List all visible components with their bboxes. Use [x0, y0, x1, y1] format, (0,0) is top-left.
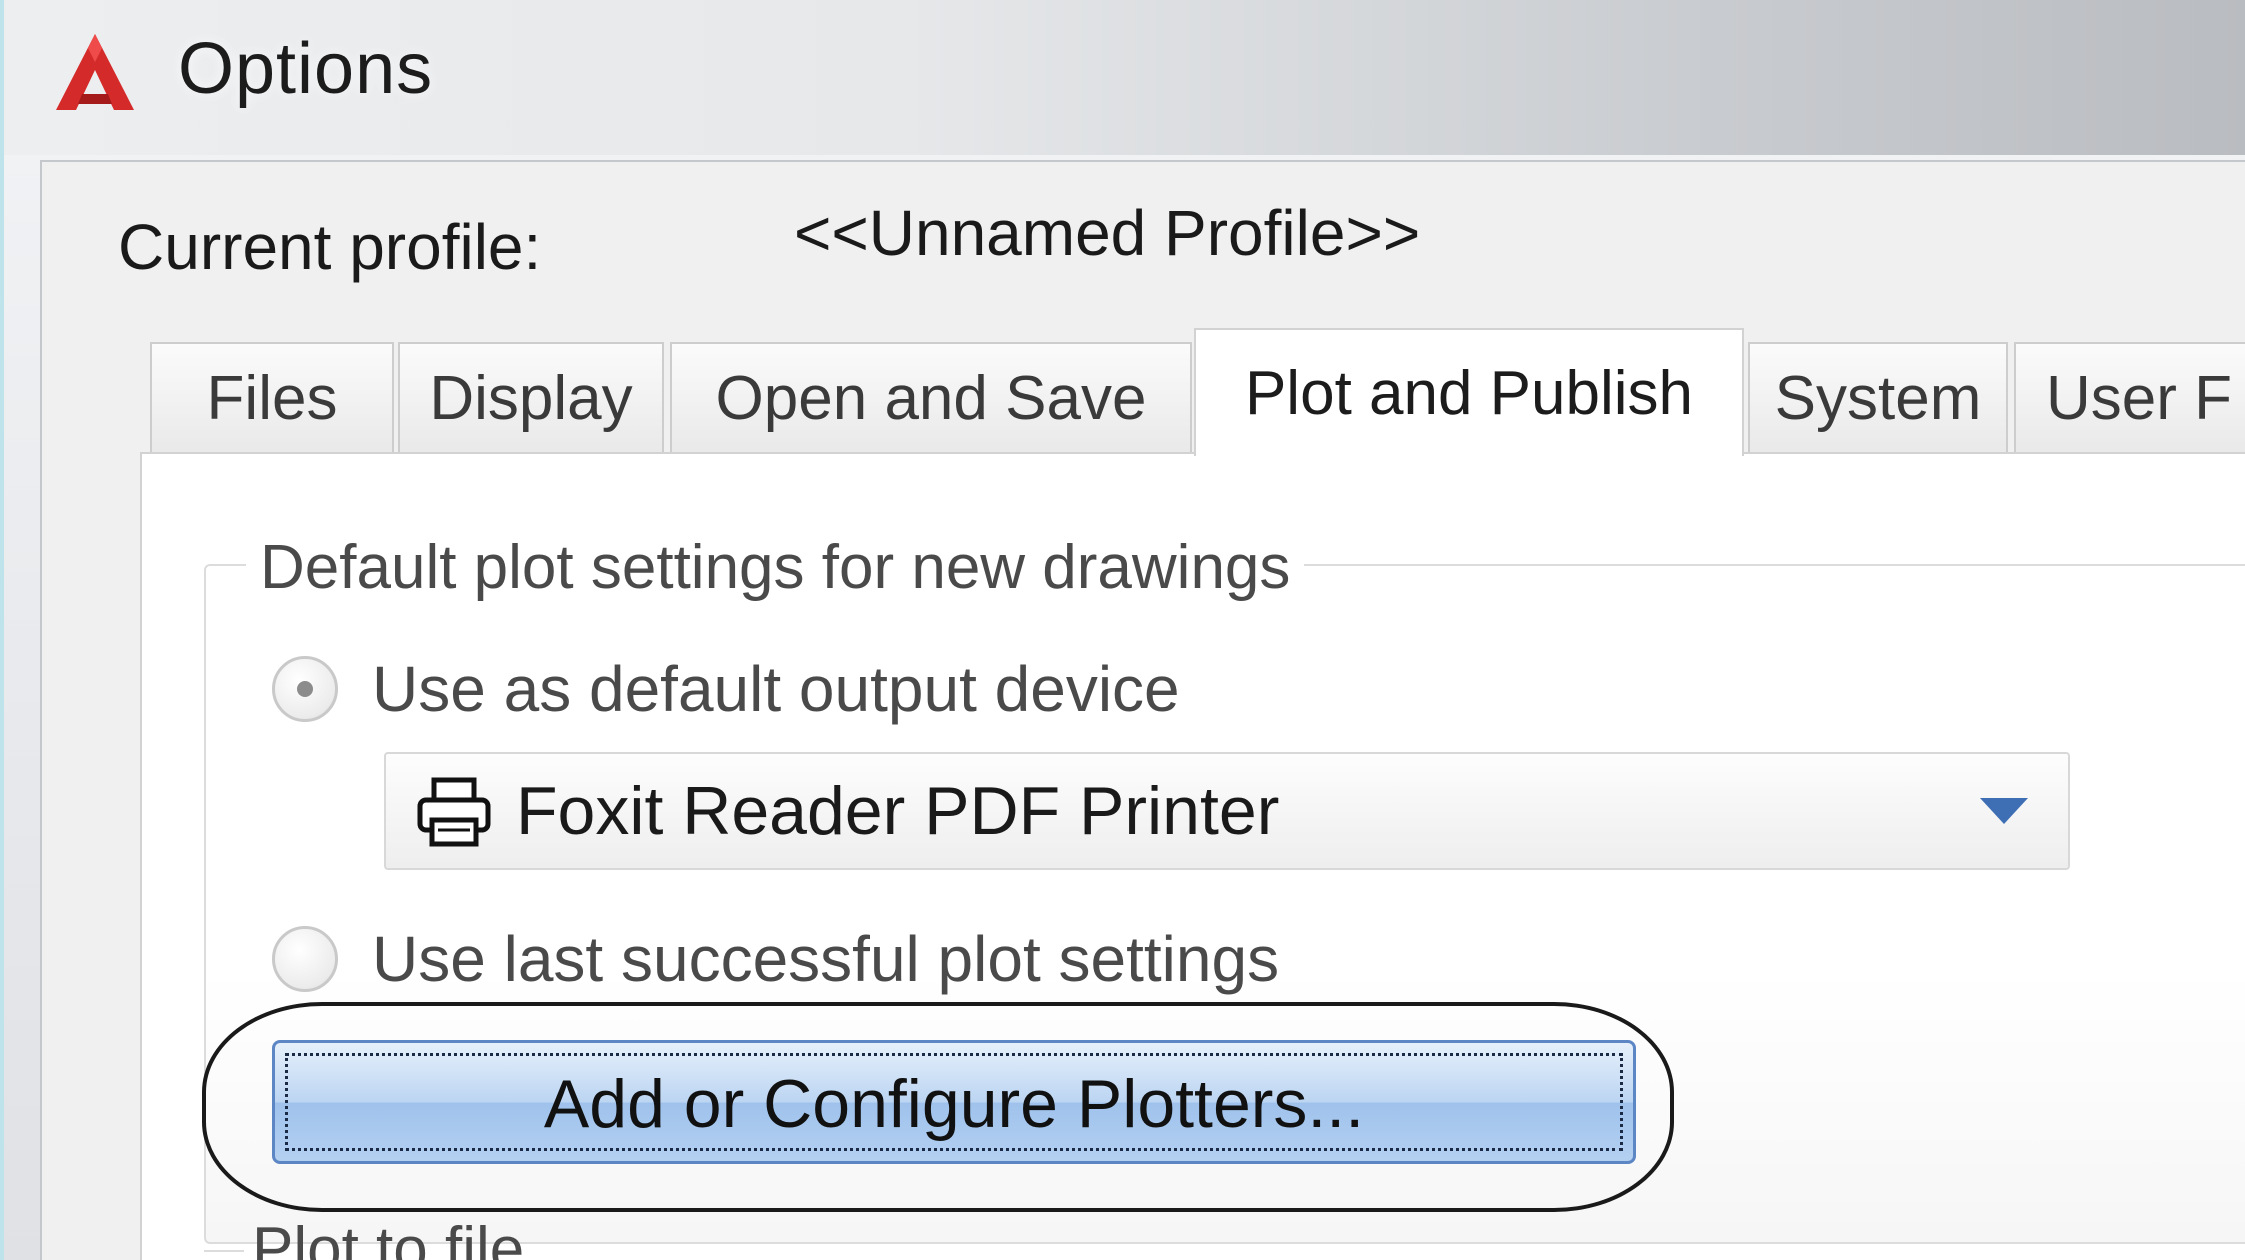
screenshot-stage: Options Current profile: <<Unnamed Profi… [0, 0, 2245, 1260]
tab-label: User F [2046, 363, 2232, 433]
plot-to-file-group-title: Plot to file [252, 1215, 525, 1260]
printer-icon [417, 777, 491, 847]
title-bar[interactable]: Options [4, 0, 2245, 155]
tab-label: Plot and Publish [1244, 358, 1694, 428]
tab-files[interactable]: Files [150, 342, 394, 452]
tab-label: Files [206, 363, 338, 433]
default-output-device-label[interactable]: Use as default output device [372, 652, 1180, 726]
tab-label: Open and Save [715, 363, 1147, 433]
tab-system[interactable]: System [1748, 342, 2008, 452]
output-device-dropdown[interactable]: Foxit Reader PDF Printer [384, 752, 2070, 870]
tab-plot-and-publish[interactable]: Plot and Publish [1194, 328, 1744, 456]
chevron-down-icon[interactable] [1980, 798, 2028, 824]
tab-display[interactable]: Display [398, 342, 664, 452]
last-successful-settings-label[interactable]: Use last successful plot settings [372, 922, 1279, 996]
current-profile-value: <<Unnamed Profile>> [794, 197, 1421, 269]
button-label: Add or Configure Plotters... [543, 1066, 1365, 1142]
tab-open-and-save[interactable]: Open and Save [670, 342, 1192, 452]
add-or-configure-plotters-button[interactable]: Add or Configure Plotters... [272, 1040, 1636, 1164]
tab-user-preferences[interactable]: User F [2014, 342, 2245, 452]
group-divider [204, 1250, 244, 1252]
window-title: Options [178, 29, 434, 109]
tab-label: System [1774, 363, 1982, 433]
radio-selected-dot [297, 681, 313, 697]
tab-label: Display [429, 363, 633, 433]
last-successful-settings-radio[interactable] [272, 926, 338, 992]
default-output-device-radio[interactable] [272, 656, 338, 722]
group-title: Default plot settings for new drawings [246, 532, 1305, 603]
autocad-logo-icon [56, 34, 134, 110]
selected-device: Foxit Reader PDF Printer [516, 773, 1280, 849]
current-profile-label: Current profile: [118, 211, 542, 283]
options-dialog: Options Current profile: <<Unnamed Profi… [0, 0, 2245, 1260]
